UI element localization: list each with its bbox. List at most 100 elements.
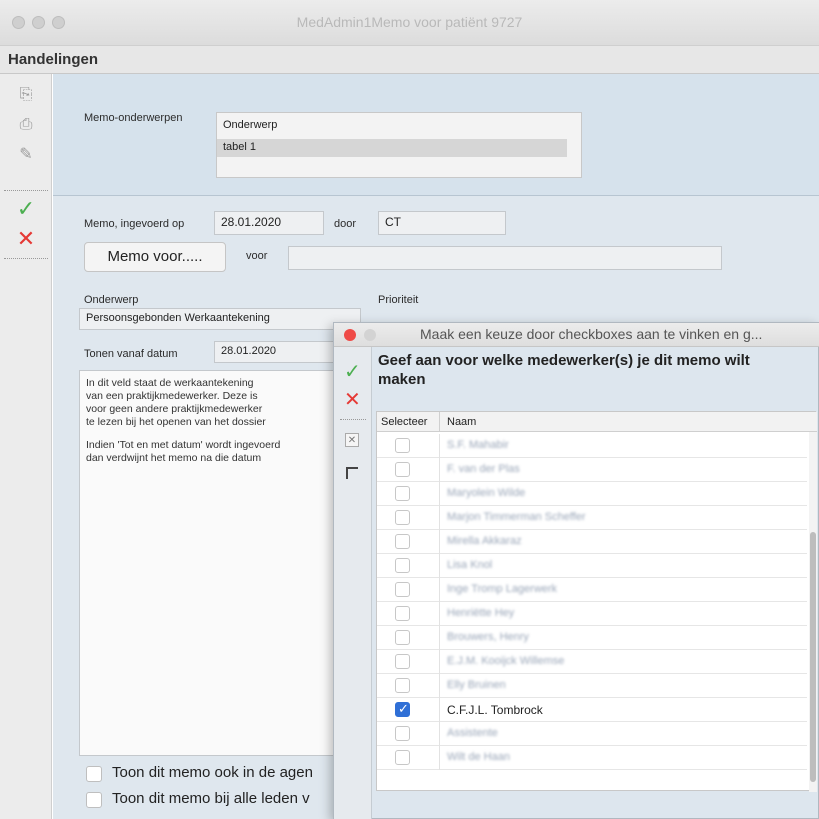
memo-for-button[interactable]: Memo voor..... [84,242,226,272]
row-select-checkbox[interactable] [395,606,410,621]
col-divider [439,554,440,578]
col-divider [439,434,440,458]
row-select-checkbox[interactable] [395,582,410,597]
toolbar-divider [340,419,366,420]
row-select-checkbox[interactable]: ✓ [395,701,410,717]
toolbar-divider [4,190,48,191]
employee-name: Wilt de Haan [447,751,510,763]
col-divider [439,412,440,432]
col-divider [439,722,440,746]
print-icon[interactable]: ⎙ [16,116,36,134]
col-divider [439,602,440,626]
row-select-checkbox[interactable] [395,558,410,573]
vertical-scrollbar[interactable] [809,432,817,792]
col-divider [439,578,440,602]
checkmark-icon[interactable]: ✓ [16,198,36,220]
checkmark-icon[interactable]: ✓ [344,359,361,384]
priority-label: Prioriteit [378,294,419,306]
window-title: MedAdmin1Memo voor patiënt 9727 [296,14,523,30]
col-divider [439,650,440,674]
col-divider [439,482,440,506]
memo-text-line: van een praktijkmedewerker. Deze is [86,390,258,402]
show-from-field[interactable]: 28.01.2020 [214,341,338,363]
row-select-checkbox[interactable] [395,678,410,693]
show-in-agenda-label: Toon dit memo ook in de agen [112,764,313,781]
left-toolbar: ⎘ ⎙ ✎ ✓ ✕ [0,74,52,819]
show-from-label: Tonen vanaf datum [84,348,178,360]
close-dialog-icon[interactable] [344,329,356,341]
minimize-dialog-icon[interactable] [364,329,376,341]
employee-name: Henriëtte Hey [447,607,515,619]
row-select-checkbox[interactable] [395,750,410,765]
table-row[interactable]: Mirella Akkaraz [377,530,807,554]
memo-text-line: Indien 'Tot en met datum' wordt ingevoer… [86,439,281,451]
row-select-checkbox[interactable] [395,462,410,477]
col-divider [439,506,440,530]
table-row[interactable]: Assistente [377,722,807,746]
row-select-checkbox[interactable] [395,534,410,549]
topics-label: Memo-onderwerpen [84,112,183,124]
menu-handelingen[interactable]: Handelingen [8,51,98,68]
by-label: door [334,218,357,230]
row-select-checkbox[interactable] [395,654,410,669]
table-row[interactable]: Lisa Knol [377,554,807,578]
topics-list[interactable]: Onderwerp tabel 1 [216,112,582,178]
table-row[interactable]: Marjon Timmerman Scheffer [377,506,807,530]
memo-text-line: voor geen andere praktijkmedewerker [86,403,263,415]
memo-text-area[interactable]: In dit veld staat de werkaantekening van… [79,370,349,756]
table-row[interactable]: Maryolein Wilde [377,482,807,506]
topics-column-header: Onderwerp [223,119,278,131]
toolbar-divider [4,258,48,259]
topics-list-item[interactable]: tabel 1 [217,139,567,157]
col-divider [439,530,440,554]
cancel-icon[interactable]: ✕ [344,387,361,412]
entered-on-label: Memo, ingevoerd op [84,218,185,230]
new-record-icon[interactable]: ⎘ [16,86,36,104]
employee-name: Lisa Knol [447,559,493,571]
col-divider [439,746,440,770]
edit-icon[interactable]: ✎ [16,146,36,164]
table-row[interactable]: ✓ C.F.J.L. Tombrock [377,698,807,722]
subject-field[interactable]: Persoonsgebonden Werkaantekening [79,308,361,330]
row-select-checkbox[interactable] [395,486,410,501]
entered-date-field[interactable]: 28.01.2020 [214,211,324,235]
table-row[interactable]: Inge Tromp Lagerwerk [377,578,807,602]
employee-name: Inge Tromp Lagerwerk [447,583,558,595]
show-all-members-checkbox[interactable] [86,792,102,808]
for-field[interactable] [288,246,722,270]
menu-bar: Handelingen [0,46,819,74]
scrollbar-thumb[interactable] [810,532,816,782]
row-select-checkbox[interactable] [395,726,410,741]
row-select-checkbox[interactable] [395,510,410,525]
dialog-question: Geef aan voor welke medewerker(s) je dit… [378,352,750,388]
by-field[interactable]: CT [378,211,506,235]
cancel-icon[interactable]: ✕ [16,228,36,250]
table-row[interactable]: E.J.M. Kooijck Willemse [377,650,807,674]
table-row[interactable]: Elly Bruinen [377,674,807,698]
for-label: voor [246,250,268,262]
row-select-checkbox[interactable] [395,630,410,645]
dialog-toolbar: ✓ ✕ ✕ [334,347,372,819]
col-header-select: Selecteer [381,416,428,428]
col-divider [439,698,440,722]
employee-table: Selecteer Naam S.F. Mahabir F. van der Pl… [376,411,817,792]
memo-text-line: In dit veld staat de werkaantekening [86,377,254,389]
employee-name: E.J.M. Kooijck Willemse [447,655,565,667]
select-employee-dialog: Maak een keuze door checkboxes aan te vi… [333,322,819,819]
table-row[interactable]: F. van der Plas [377,458,807,482]
employee-name: Brouwers, Henry [447,631,529,643]
employee-name: Mirella Akkaraz [447,535,522,547]
col-divider [439,458,440,482]
table-row[interactable]: S.F. Mahabir [377,434,807,458]
row-select-checkbox[interactable] [395,438,410,453]
table-row[interactable]: Henriëtte Hey [377,602,807,626]
select-frame-icon[interactable] [346,467,358,479]
dialog-titlebar: Maak een keuze door checkboxes aan te vi… [334,323,819,347]
show-in-agenda-checkbox[interactable] [86,766,102,782]
employee-name: Marjon Timmerman Scheffer [447,511,586,523]
col-divider [439,674,440,698]
table-row[interactable]: Brouwers, Henry [377,626,807,650]
clear-selection-icon[interactable]: ✕ [345,433,359,447]
table-row[interactable]: Wilt de Haan [377,746,807,770]
window-titlebar: MedAdmin1Memo voor patiënt 9727 [0,0,819,46]
